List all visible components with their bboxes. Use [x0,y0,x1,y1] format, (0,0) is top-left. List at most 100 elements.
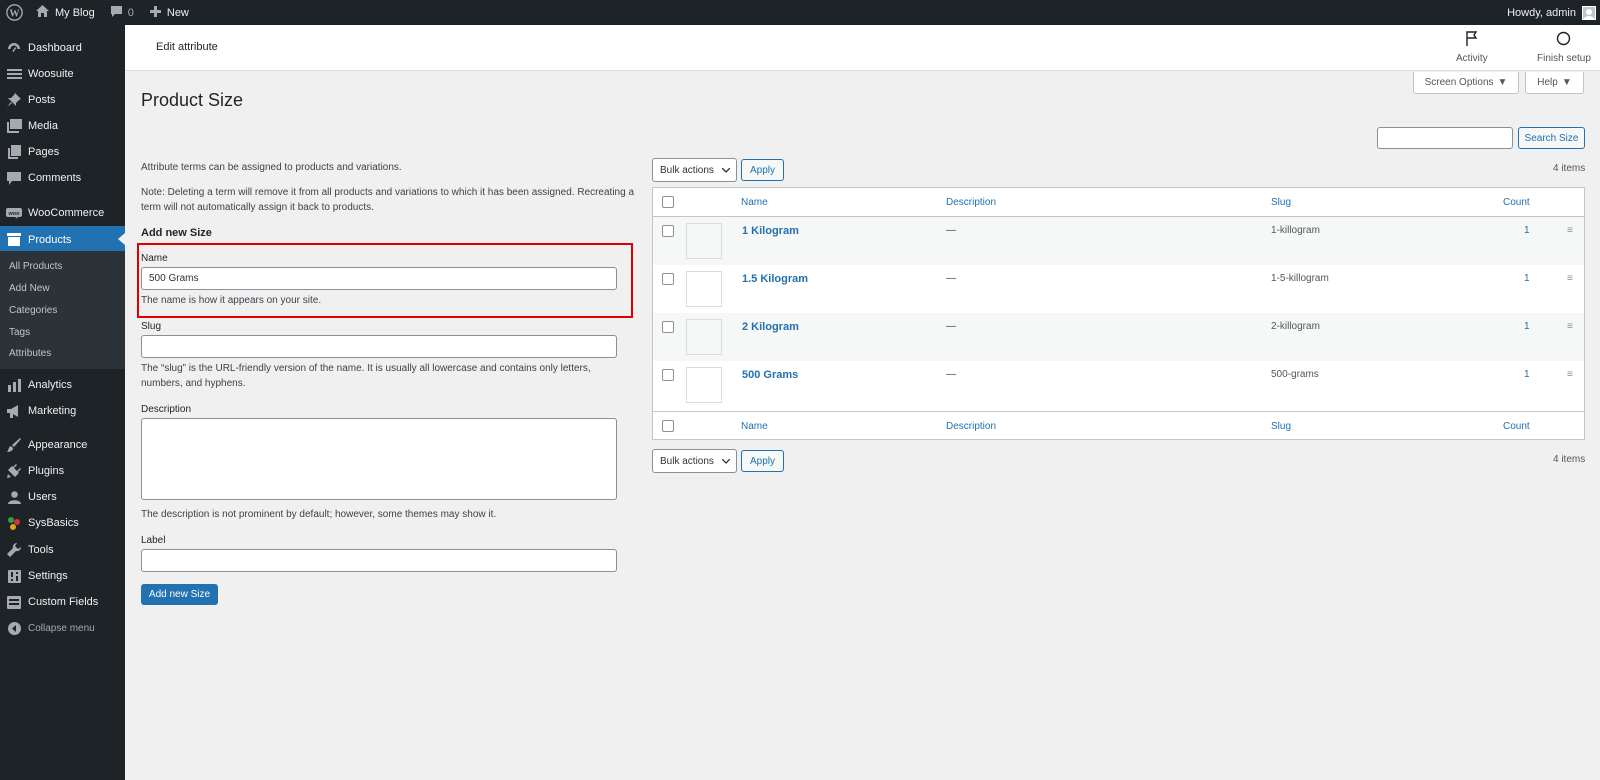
column-count-footer[interactable]: Count [1503,421,1530,432]
row-checkbox[interactable] [662,369,674,381]
term-name-link[interactable]: 500 Grams [742,369,798,381]
menu-products[interactable]: Products [0,226,125,253]
activity-button[interactable]: Activity [1456,31,1488,64]
add-new-size-button[interactable]: Add new Size [141,584,218,605]
menu-comments[interactable]: Comments [0,165,125,191]
bulk-actions-select-top[interactable]: Bulk actions [652,158,737,182]
comments-link[interactable]: 0 [103,0,142,25]
row-checkbox[interactable] [662,273,674,285]
table-header: Name Description Slug Count [653,188,1584,217]
products-submenu: All Products Add New Categories Tags Att… [0,251,125,369]
search-input[interactable] [1377,127,1513,149]
new-content-link[interactable]: New [142,0,197,25]
menu-plugins[interactable]: Plugins [0,458,125,484]
column-slug[interactable]: Slug [1271,197,1291,208]
term-description: — [946,225,956,236]
drag-handle-icon[interactable]: ≡ [1567,321,1573,332]
pin-icon [0,93,28,107]
name-field-highlight [137,243,633,318]
table-row: 1 Kilogram — 1-killogram 1 ≡ [653,217,1584,265]
menu-sysbasics[interactable]: SysBasics [0,510,125,536]
note-text-line1: Note: Deleting a term will remove it fro… [141,187,635,198]
column-name[interactable]: Name [741,197,768,208]
column-description-footer[interactable]: Description [946,421,996,432]
label-label: Label [141,535,166,546]
column-slug-footer[interactable]: Slug [1271,421,1291,432]
menu-marketing[interactable]: Marketing [0,398,125,424]
row-checkbox[interactable] [662,321,674,333]
term-thumbnail [686,367,722,403]
menu-media[interactable]: Media [0,113,125,139]
select-all-checkbox[interactable] [662,196,674,208]
menu-tools[interactable]: Tools [0,537,125,563]
term-slug: 500-grams [1271,369,1319,380]
apply-button-top[interactable]: Apply [741,159,784,181]
menu-dashboard[interactable]: Dashboard [0,35,125,61]
term-count-link[interactable]: 1 [1524,369,1530,380]
menu-users[interactable]: Users [0,484,125,510]
column-count[interactable]: Count [1503,197,1530,208]
submenu-all-products[interactable]: All Products [9,261,62,272]
select-all-checkbox-bottom[interactable] [662,420,674,432]
column-name-footer[interactable]: Name [741,421,768,432]
description-field[interactable] [141,418,617,500]
bulk-actions-select-bottom[interactable]: Bulk actions [652,449,737,473]
comment-icon [110,5,122,20]
table-row: 2 Kilogram — 2-killogram 1 ≡ [653,313,1584,361]
term-count-link[interactable]: 1 [1524,273,1530,284]
slug-field[interactable] [141,335,617,358]
site-name-link[interactable]: My Blog [28,0,103,25]
apply-button-bottom[interactable]: Apply [741,450,784,472]
plugin-icon [0,464,28,478]
settings-icon [0,569,28,583]
finish-setup-button[interactable]: Finish setup [1537,31,1591,64]
menu-pages[interactable]: Pages [0,139,125,165]
table-row: 1.5 Kilogram — 1-5-killogram 1 ≡ [653,265,1584,313]
menu-woosuite[interactable]: Woosuite [0,61,125,87]
term-slug: 1-5-killogram [1271,273,1329,284]
term-name-link[interactable]: 1.5 Kilogram [742,273,808,285]
menu-settings[interactable]: Settings [0,563,125,589]
collapse-menu-button[interactable]: Collapse menu [0,615,125,641]
column-description[interactable]: Description [946,197,996,208]
menu-posts[interactable]: Posts [0,87,125,113]
submenu-attributes[interactable]: Attributes [9,348,51,359]
flag-icon [1465,31,1479,49]
plus-icon [149,5,161,20]
term-name-link[interactable]: 1 Kilogram [742,225,799,237]
drag-handle-icon[interactable]: ≡ [1567,369,1573,380]
note-text-line2: term will not automatically assign it ba… [141,202,374,213]
menu-analytics[interactable]: Analytics [0,372,125,398]
description-label: Description [141,404,192,415]
help-button[interactable]: Help ▼ [1525,72,1584,94]
dashboard-icon [0,41,28,55]
wordpress-logo-icon[interactable]: W [0,0,28,25]
drag-handle-icon[interactable]: ≡ [1567,225,1573,236]
fields-icon [0,595,28,609]
term-slug: 2-killogram [1271,321,1320,332]
submenu-tags[interactable]: Tags [9,327,30,338]
term-count-link[interactable]: 1 [1524,321,1530,332]
description-help: The description is not prominent by defa… [141,509,497,520]
add-new-heading: Add new Size [141,227,212,239]
terms-table: Name Description Slug Count 1 Kilogram —… [652,187,1585,440]
menu-appearance[interactable]: Appearance [0,432,125,458]
woocommerce-icon: woo [0,207,28,219]
submenu-add-new[interactable]: Add New [9,283,50,294]
my-account[interactable]: Howdy, admin [1507,5,1600,20]
row-checkbox[interactable] [662,225,674,237]
term-name-link[interactable]: 2 Kilogram [742,321,799,333]
search-size-button[interactable]: Search Size [1518,127,1585,149]
caret-down-icon: ▼ [1497,77,1508,88]
label-field[interactable] [141,549,617,572]
avatar [1582,5,1596,20]
term-count-link[interactable]: 1 [1524,225,1530,236]
screen-options-button[interactable]: Screen Options ▼ [1413,72,1519,94]
analytics-icon [0,378,28,392]
submenu-categories[interactable]: Categories [9,305,57,316]
drag-handle-icon[interactable]: ≡ [1567,273,1573,284]
menu-custom-fields[interactable]: Custom Fields [0,589,125,615]
menu-woocommerce[interactable]: woo WooCommerce [0,200,125,226]
term-thumbnail [686,319,722,355]
products-icon [0,233,28,246]
